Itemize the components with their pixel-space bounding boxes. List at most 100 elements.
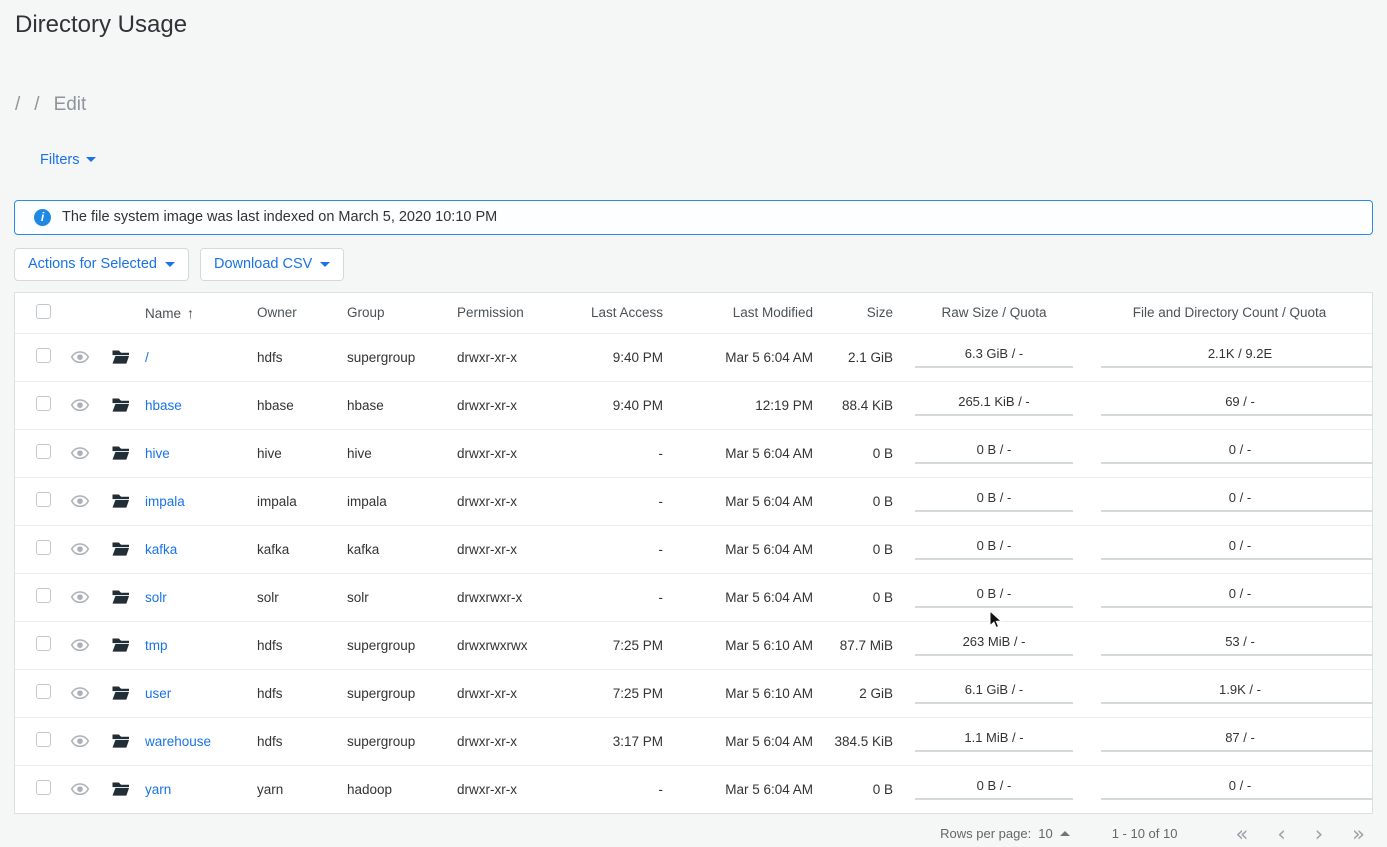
row-checkbox[interactable] [36, 636, 51, 651]
directory-name-link[interactable]: yarn [145, 782, 171, 797]
filters-label: Filters [40, 152, 79, 168]
table-row: warehouse hdfs supergroup drwxr-xr-x 3:1… [15, 717, 1372, 765]
preview-eye-icon[interactable] [71, 351, 89, 364]
rows-per-page-control[interactable]: Rows per page: 10 [940, 826, 1070, 841]
permission-cell: drwxr-xr-x [453, 686, 575, 701]
preview-eye-icon[interactable] [71, 735, 89, 748]
breadcrumb-segment-root[interactable]: / [15, 94, 20, 116]
directory-name-link[interactable]: impala [145, 494, 185, 509]
column-header-owner[interactable]: Owner [253, 305, 343, 320]
directory-name-link[interactable]: / [145, 350, 149, 365]
column-header-size[interactable]: Size [821, 305, 901, 320]
preview-eye-icon[interactable] [71, 399, 89, 412]
preview-eye-icon[interactable] [71, 783, 89, 796]
first-page-icon[interactable]: « [1235, 824, 1248, 844]
group-cell: supergroup [343, 638, 453, 653]
count-quota-cell: 1.9K / - [1101, 682, 1372, 704]
size-cell: 384.5 KiB [821, 734, 901, 749]
download-csv-button[interactable]: Download CSV [200, 248, 344, 281]
preview-eye-icon[interactable] [71, 495, 89, 508]
group-cell: supergroup [343, 350, 453, 365]
count-quota-cell: 53 / - [1101, 634, 1372, 656]
count-quota-cell: 0 / - [1101, 778, 1372, 800]
row-checkbox[interactable] [36, 540, 51, 555]
row-checkbox[interactable] [36, 492, 51, 507]
breadcrumb-segment-path[interactable]: / [34, 94, 39, 116]
directory-name-link[interactable]: hbase [145, 398, 182, 413]
preview-eye-icon[interactable] [71, 687, 89, 700]
column-header-group[interactable]: Group [343, 305, 453, 320]
row-checkbox[interactable] [36, 348, 51, 363]
permission-cell: drwxr-xr-x [453, 350, 575, 365]
rows-per-page-value: 10 [1038, 826, 1052, 841]
row-checkbox[interactable] [36, 588, 51, 603]
preview-eye-icon[interactable] [71, 447, 89, 460]
preview-eye-icon[interactable] [71, 639, 89, 652]
size-cell: 2 GiB [821, 686, 901, 701]
directory-name-link[interactable]: hive [145, 446, 170, 461]
next-page-icon[interactable]: › [1315, 824, 1323, 844]
last-access-cell: 9:40 PM [575, 350, 671, 365]
column-header-count-quota[interactable]: File and Directory Count / Quota [1087, 305, 1372, 320]
last-access-cell: 3:17 PM [575, 734, 671, 749]
row-checkbox[interactable] [36, 732, 51, 747]
permission-cell: drwxrwxrwx [453, 638, 575, 653]
raw-size-quota-cell: 263 MiB / - [915, 634, 1073, 656]
row-checkbox[interactable] [36, 780, 51, 795]
caret-down-icon [86, 157, 96, 162]
info-icon: i [34, 209, 51, 226]
count-quota-cell: 69 / - [1101, 394, 1372, 416]
pagination-bar: Rows per page: 10 1 - 10 of 10 « ‹ › » [0, 821, 1387, 847]
select-all-checkbox[interactable] [36, 304, 51, 319]
group-cell: supergroup [343, 686, 453, 701]
table-header-row: Name↑ Owner Group Permission Last Access… [15, 293, 1372, 333]
size-cell: 2.1 GiB [821, 350, 901, 365]
table-row: solr solr solr drwxrwxr-x - Mar 5 6:04 A… [15, 573, 1372, 621]
row-checkbox[interactable] [36, 444, 51, 459]
owner-cell: yarn [253, 782, 343, 797]
folder-icon [112, 638, 129, 652]
last-access-cell: - [575, 590, 671, 605]
directory-name-link[interactable]: solr [145, 590, 167, 605]
caret-down-icon [165, 262, 175, 267]
last-access-cell: 9:40 PM [575, 398, 671, 413]
last-modified-cell: Mar 5 6:04 AM [671, 734, 821, 749]
breadcrumb-segment-edit[interactable]: Edit [54, 94, 87, 116]
filters-toggle[interactable]: Filters [40, 151, 96, 168]
directory-name-link[interactable]: kafka [145, 542, 177, 557]
count-quota-cell: 0 / - [1101, 538, 1372, 560]
row-checkbox[interactable] [36, 684, 51, 699]
column-header-raw-size-quota[interactable]: Raw Size / Quota [901, 305, 1087, 320]
group-cell: hive [343, 446, 453, 461]
last-page-icon[interactable]: » [1352, 824, 1365, 844]
preview-eye-icon[interactable] [71, 543, 89, 556]
actions-for-selected-button[interactable]: Actions for Selected [14, 248, 189, 281]
directory-name-link[interactable]: tmp [145, 638, 168, 653]
table-row: tmp hdfs supergroup drwxrwxrwx 7:25 PM M… [15, 621, 1372, 669]
column-header-name[interactable]: Name↑ [141, 305, 253, 321]
last-modified-cell: 12:19 PM [671, 398, 821, 413]
last-access-cell: - [575, 494, 671, 509]
group-cell: solr [343, 590, 453, 605]
page-title: Directory Usage [0, 0, 1387, 39]
last-access-cell: - [575, 446, 671, 461]
column-header-last-modified[interactable]: Last Modified [671, 305, 821, 320]
last-modified-cell: Mar 5 6:04 AM [671, 782, 821, 797]
preview-eye-icon[interactable] [71, 591, 89, 604]
directory-name-link[interactable]: warehouse [145, 734, 211, 749]
size-cell: 87.7 MiB [821, 638, 901, 653]
count-quota-cell: 87 / - [1101, 730, 1372, 752]
directory-name-link[interactable]: user [145, 686, 171, 701]
count-quota-cell: 0 / - [1101, 442, 1372, 464]
actions-for-selected-label: Actions for Selected [28, 256, 157, 272]
row-checkbox[interactable] [36, 396, 51, 411]
permission-cell: drwxr-xr-x [453, 446, 575, 461]
last-modified-cell: Mar 5 6:10 AM [671, 638, 821, 653]
column-header-permission[interactable]: Permission [453, 305, 575, 320]
column-header-last-access[interactable]: Last Access [575, 305, 671, 320]
previous-page-icon[interactable]: ‹ [1277, 824, 1285, 844]
raw-size-quota-cell: 6.3 GiB / - [915, 346, 1073, 368]
owner-cell: hdfs [253, 686, 343, 701]
caret-down-icon [320, 262, 330, 267]
folder-icon [112, 734, 129, 748]
